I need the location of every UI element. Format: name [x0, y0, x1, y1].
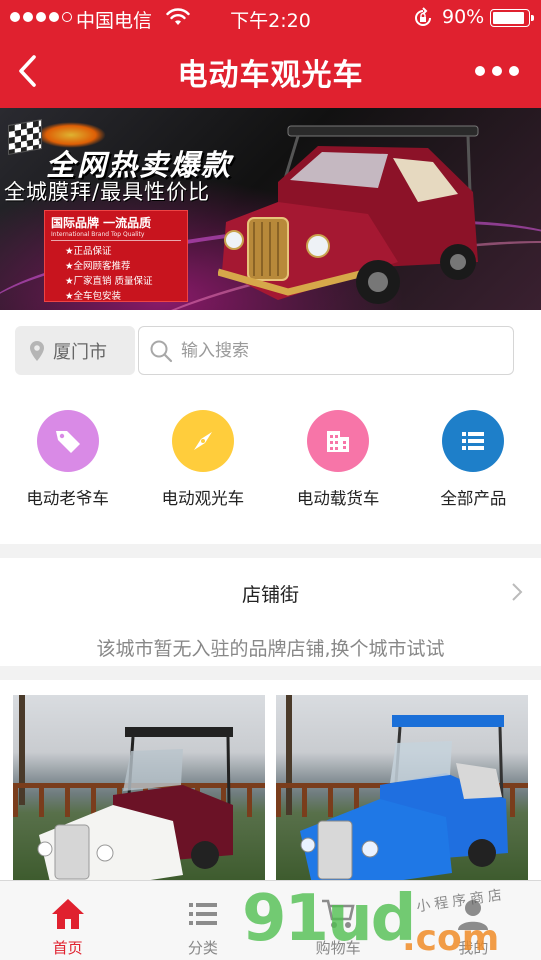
battery-icon	[490, 9, 534, 27]
list-icon	[188, 903, 217, 925]
search-box[interactable]	[138, 326, 514, 375]
tab-label: 购物车	[315, 939, 361, 957]
category-vintage-car[interactable]: 电动老爷车	[0, 410, 135, 509]
category-grid: 电动老爷车 电动观光车 电动载货车 全部产品	[0, 410, 541, 509]
category-icon-circle	[36, 410, 99, 472]
category-all-products[interactable]: 全部产品	[406, 410, 541, 509]
blue-vintage-cart-image	[300, 715, 508, 885]
building-icon	[327, 431, 350, 452]
user-icon	[458, 900, 489, 930]
tab-profile[interactable]: 我的	[406, 881, 541, 960]
banner-box-subtitle: International Brand Top Quality	[51, 231, 181, 241]
category-icon-circle	[171, 410, 234, 472]
category-label: 电动老爷车	[26, 489, 109, 508]
category-label: 全部产品	[440, 489, 507, 508]
battery-percent: 90%	[442, 6, 485, 28]
tab-label: 我的	[458, 939, 489, 957]
vintage-car-image	[218, 125, 479, 304]
banner-feature-item: ★正品保证	[65, 246, 112, 257]
banner-feature-item: ★全车包安装	[65, 291, 122, 302]
category-icon-circle	[442, 410, 505, 472]
banner-feature-item: ★厂家直销 质量保证	[65, 276, 153, 287]
banner-box-title: 国际品牌 一流品质	[51, 216, 152, 230]
tab-label: 分类	[187, 939, 218, 957]
shop-street-title[interactable]: 店铺街	[0, 580, 541, 607]
product-card[interactable]	[276, 695, 528, 885]
search-icon	[150, 340, 173, 362]
compass-icon	[193, 432, 212, 450]
chevron-right-icon[interactable]	[511, 582, 523, 602]
page-title: 电动车观光车	[177, 58, 364, 93]
search-and-categories: 厦门市 电动老爷车	[0, 310, 541, 544]
bottom-tab-bar: 首页 分类 购物车 我的	[0, 880, 541, 960]
promo-banner[interactable]: 全网热卖爆款 全城膜拜/最具性价比 国际品牌 一流品质 Internationa…	[0, 108, 541, 310]
tab-home[interactable]: 首页	[0, 881, 135, 960]
home-icon	[51, 899, 84, 929]
product-card[interactable]	[13, 695, 265, 885]
tag-icon	[55, 431, 80, 453]
white-vintage-cart-image	[37, 727, 233, 885]
city-name: 厦门市	[53, 341, 107, 363]
banner-feature-item: ★全网顾客推荐	[65, 261, 131, 272]
app-screen: 中国电信 下午2:20 90% 电动车观光车 全网热卖爆款 全城膜拜/最具性价比…	[0, 0, 541, 960]
checkered-flag-icon	[8, 119, 42, 155]
list-icon	[462, 432, 485, 450]
rotation-lock-icon	[415, 7, 431, 26]
tab-cart[interactable]: 购物车	[271, 881, 406, 960]
category-cargo-car[interactable]: 电动载货车	[271, 410, 406, 509]
header: 中国电信 下午2:20 90% 电动车观光车	[0, 0, 541, 108]
category-label: 电动观光车	[161, 489, 245, 508]
tab-label: 首页	[52, 939, 83, 957]
category-icon-circle	[307, 410, 370, 472]
product-list	[0, 680, 541, 885]
category-label: 电动载货车	[296, 489, 380, 508]
banner-feature-box: 国际品牌 一流品质 International Brand Top Qualit…	[44, 210, 188, 302]
location-pin-icon	[30, 340, 44, 361]
search-input[interactable]	[181, 340, 481, 361]
empty-shops-message: 该城市暂无入驻的品牌店铺,换个城市试试	[96, 638, 445, 660]
shop-street-section: 店铺街 该城市暂无入驻的品牌店铺,换个城市试试	[0, 558, 541, 666]
banner-subline: 全城膜拜/最具性价比	[4, 180, 211, 204]
city-selector[interactable]: 厦门市	[15, 326, 135, 375]
category-sightseeing-car[interactable]: 电动观光车	[135, 410, 270, 509]
status-bar: 中国电信 下午2:20 90%	[0, 0, 541, 36]
more-dots-icon[interactable]	[475, 66, 519, 76]
tab-category[interactable]: 分类	[135, 881, 270, 960]
cart-icon	[322, 899, 355, 928]
